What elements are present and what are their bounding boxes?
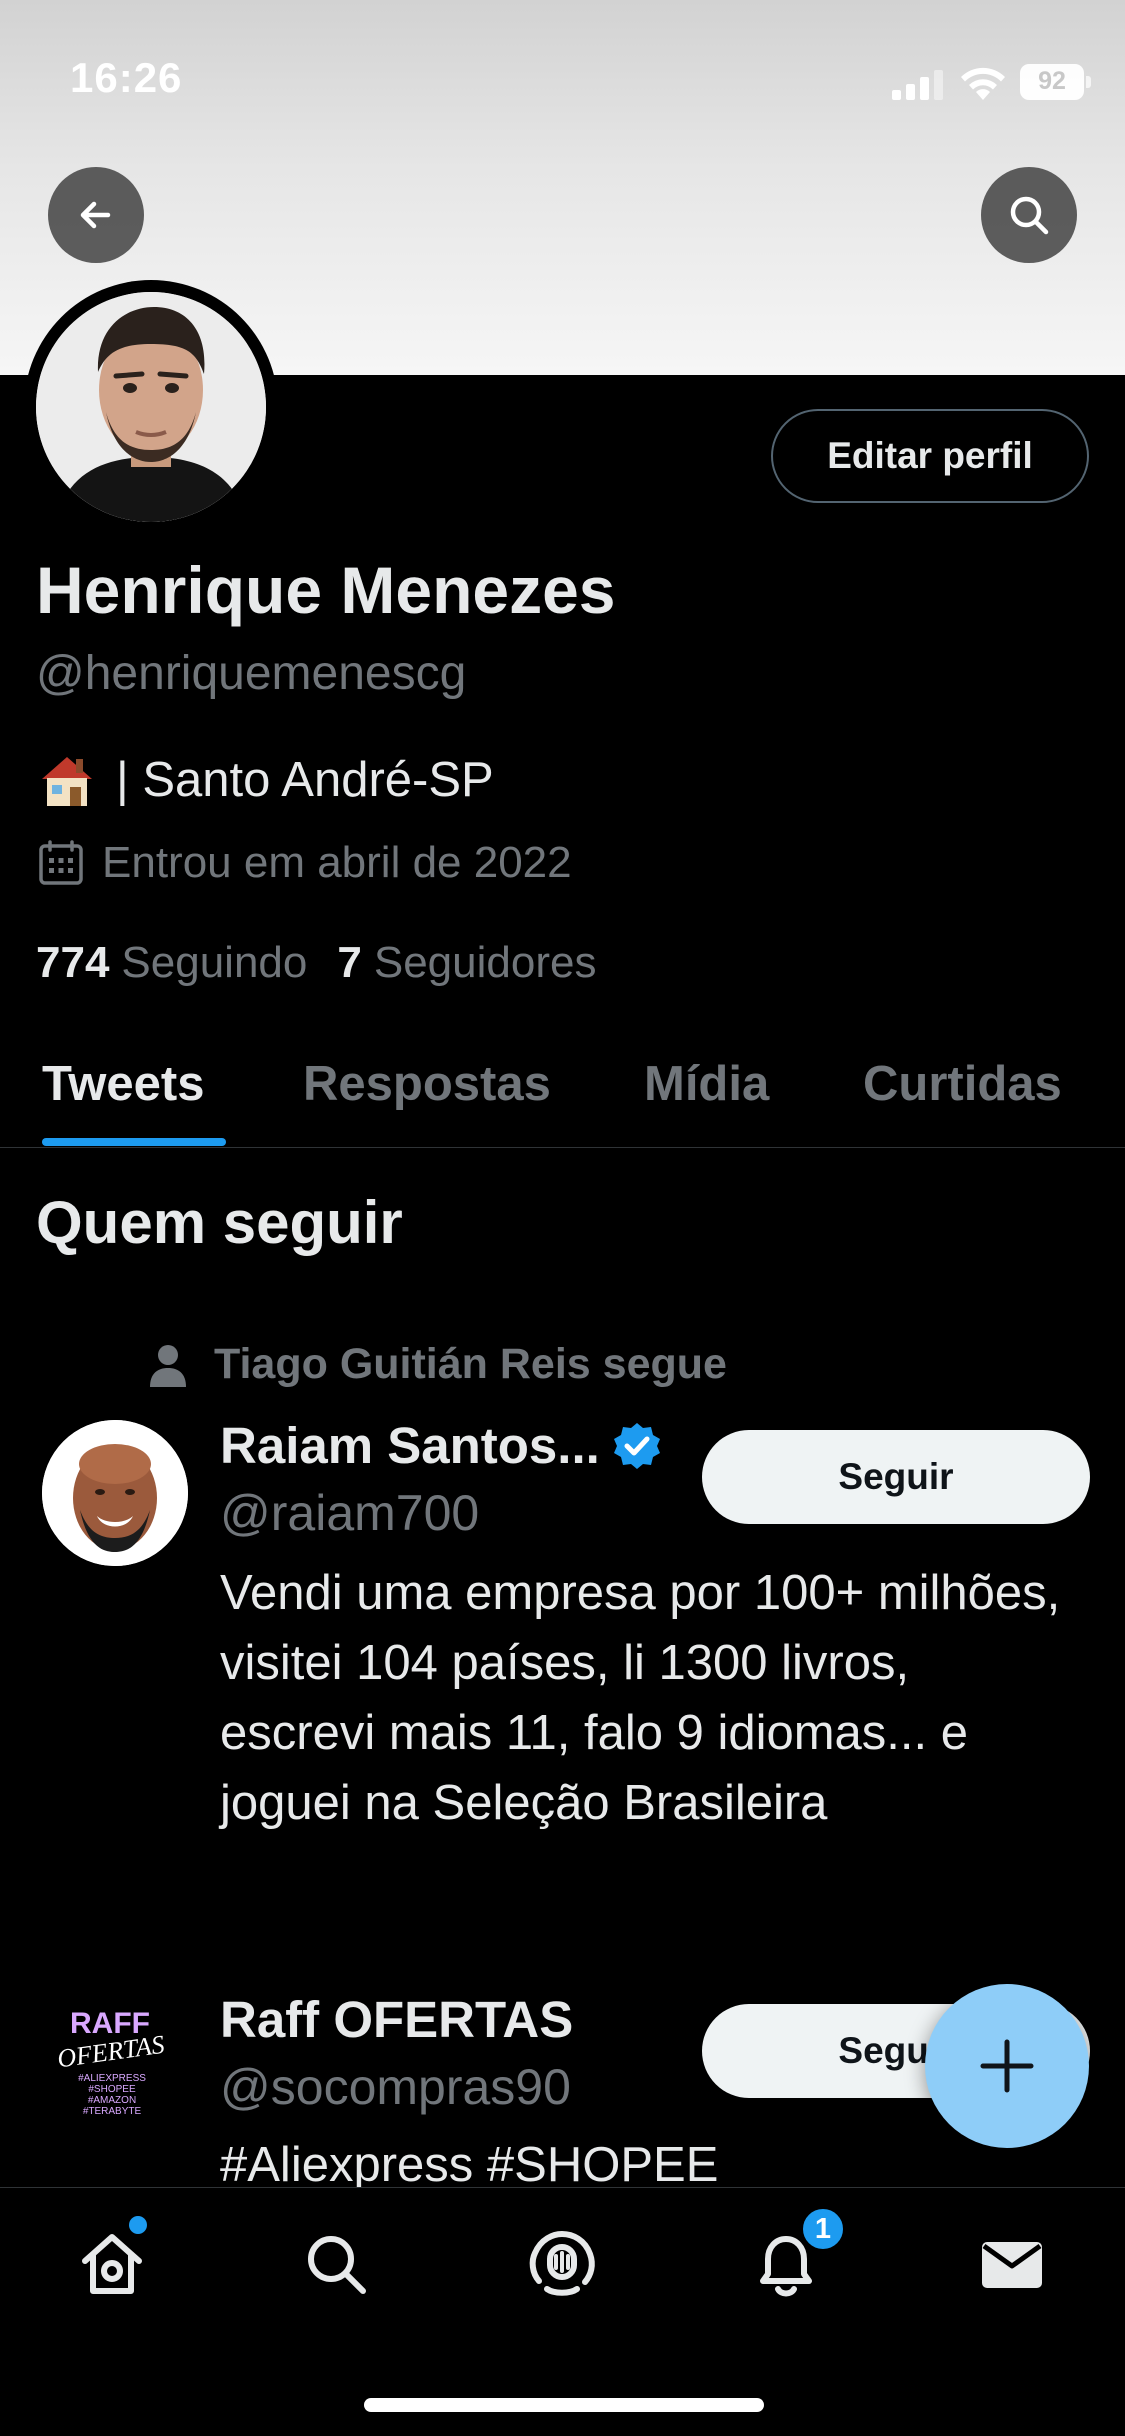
tab-tweets[interactable]: Tweets (42, 1056, 204, 1112)
suggestion-avatar[interactable] (42, 1420, 188, 1566)
verified-badge-icon (613, 1422, 660, 1469)
logo-tag-1: #ALIEXPRESS (78, 2073, 146, 2084)
followers-label: Seguidores (373, 938, 597, 987)
logo-tag-3: #AMAZON (88, 2095, 136, 2106)
house-emoji-icon (42, 757, 92, 806)
search-button[interactable] (981, 167, 1077, 263)
nav-messages[interactable] (972, 2224, 1052, 2304)
suggestion-bio: Vendi uma empresa por 100+ milhões, visi… (220, 1566, 1061, 1830)
status-time: 16:26 (70, 54, 183, 101)
spaces-icon (529, 2230, 595, 2296)
follow-stats: 774 Seguindo 7 Seguidores (36, 938, 614, 988)
follow-button[interactable]: Seguir (702, 1430, 1090, 1524)
nav-home[interactable] (72, 2224, 152, 2304)
following-label: Seguindo (121, 938, 308, 987)
suggestion-avatar[interactable]: RAFF OFERTAS #ALIEXPRESS #SHOPEE #AMAZON… (42, 1985, 188, 2131)
raff-ofertas-logo: RAFF OFERTAS #ALIEXPRESS #SHOPEE #AMAZON… (42, 1985, 188, 2131)
suggestion-name-text: Raiam Santos... (220, 1417, 600, 1474)
following-count: 774 (36, 938, 110, 987)
home-indicator (364, 2398, 764, 2412)
logo-tag-2: #SHOPEE (88, 2084, 136, 2095)
compose-tweet-button[interactable] (925, 1984, 1089, 2148)
plus-icon (980, 2039, 1034, 2093)
messages-envelope-icon (982, 2242, 1042, 2288)
battery-level: 92 (1038, 67, 1066, 95)
suggestion-handle: @socompras90 (220, 2059, 571, 2115)
display-name: Henrique Menezes (36, 553, 616, 627)
profile-avatar[interactable] (24, 280, 278, 534)
suggestion-handle: @raiam700 (220, 1485, 480, 1541)
joined-text: Entrou em abril de 2022 (102, 838, 572, 887)
followers-link[interactable]: 7 Seguidores (337, 938, 596, 988)
battery-icon: 92 (1020, 64, 1091, 100)
arrow-left-icon (80, 201, 111, 229)
profile-tabs: Tweets Respostas Mídia Curtidas (0, 1040, 1125, 1148)
logo-tag-4: #TERABYTE (83, 2106, 142, 2117)
cartoon-avatar-image (42, 1420, 188, 1566)
notification-count-badge: 1 (800, 2206, 846, 2252)
wifi-icon (961, 67, 1005, 100)
suggestion-name-text: Raff OFERTAS (220, 1991, 574, 2048)
tab-media[interactable]: Mídia (644, 1056, 769, 1112)
nav-search[interactable] (296, 2224, 376, 2304)
person-icon (150, 1344, 186, 1387)
social-context-text: Tiago Guitián Reis segue (214, 1340, 727, 1388)
cellular-signal-icon (892, 70, 943, 100)
followers-count: 7 (337, 938, 362, 987)
following-link[interactable]: 774 Seguindo (36, 938, 307, 988)
search-icon (308, 2236, 366, 2294)
joined-date: Entrou em abril de 2022 (36, 838, 572, 888)
active-tab-indicator (42, 1138, 226, 1146)
profile-bio: | Santo André-SP (36, 749, 494, 811)
suggestion-name[interactable]: Raff OFERTAS (220, 1990, 573, 2049)
who-to-follow-title: Quem seguir (36, 1189, 403, 1256)
tab-replies[interactable]: Respostas (303, 1056, 551, 1112)
search-icon (1010, 196, 1049, 235)
edit-profile-button[interactable]: Editar perfil (771, 409, 1089, 503)
bio-text: | Santo André-SP (116, 753, 494, 807)
tab-likes[interactable]: Curtidas (863, 1056, 1062, 1112)
home-unread-dot (129, 2216, 147, 2234)
back-button[interactable] (48, 167, 144, 263)
status-bar: 16:26 92 (0, 0, 1125, 150)
suggestion-name[interactable]: Raiam Santos... (220, 1416, 662, 1475)
home-icon (82, 2234, 142, 2294)
calendar-icon (39, 840, 83, 885)
avatar-portrait (36, 292, 266, 522)
social-context: Tiago Guitián Reis segue (144, 1340, 727, 1389)
avatar (36, 292, 266, 522)
profile-handle: @henriquemenescg (36, 647, 467, 700)
nav-spaces[interactable] (522, 2224, 602, 2304)
